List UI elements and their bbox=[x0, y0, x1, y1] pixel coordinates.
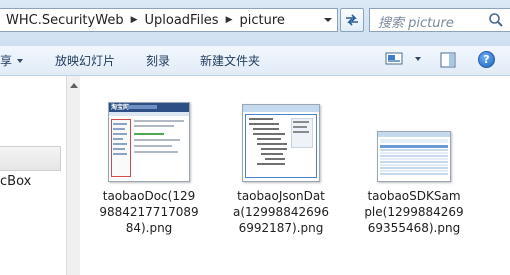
change-view-button[interactable] bbox=[385, 51, 421, 66]
file-name: taobaoJsonDat a(12998842696 6992187).png bbox=[227, 188, 335, 236]
new-folder-button[interactable]: 新建文件夹 bbox=[200, 46, 260, 75]
command-bar: 享 放映幻灯片 刻录 新建文件夹 ? bbox=[0, 46, 510, 76]
file-list-view: 淘宝网 taobaoDoc(129 9884217717089 84).png … bbox=[80, 76, 510, 275]
address-bar[interactable]: WHC.SecurityWeb ▶ UploadFiles ▶ picture bbox=[0, 8, 338, 32]
sdk-screenshot-thumbnail bbox=[377, 131, 451, 182]
breadcrumb-item-whc-securityweb[interactable]: WHC.SecurityWeb bbox=[6, 13, 124, 28]
chevron-down-icon[interactable] bbox=[415, 56, 421, 61]
breadcrumb-chevron-icon[interactable]: ▶ bbox=[226, 15, 233, 25]
preview-pane-icon bbox=[440, 52, 456, 68]
search-icon[interactable] bbox=[488, 12, 504, 28]
nav-selected-item[interactable] bbox=[0, 146, 61, 171]
chevron-down-icon bbox=[17, 58, 24, 63]
navigation-pane: cBox bbox=[0, 76, 66, 275]
slideshow-label: 放映幻灯片 bbox=[55, 54, 116, 68]
preview-pane-button[interactable] bbox=[440, 52, 456, 71]
help-icon: ? bbox=[483, 53, 490, 66]
help-button[interactable]: ? bbox=[478, 51, 495, 68]
search-placeholder: 搜索 picture bbox=[378, 16, 454, 31]
breadcrumb-item-picture[interactable]: picture bbox=[240, 13, 285, 28]
breadcrumb-chevron-icon[interactable]: ▶ bbox=[131, 15, 138, 25]
nav-item-cbox[interactable]: cBox bbox=[0, 174, 31, 189]
chevron-down-icon bbox=[324, 18, 332, 22]
search-input[interactable]: 搜索 picture bbox=[369, 8, 510, 32]
view-icon bbox=[385, 52, 403, 65]
file-thumbnail: 淘宝网 bbox=[95, 100, 203, 182]
file-name-line: 84).png bbox=[125, 221, 173, 235]
share-label: 享 bbox=[0, 54, 13, 68]
breadcrumb-item-uploadfiles[interactable]: UploadFiles bbox=[145, 13, 219, 28]
address-row: WHC.SecurityWeb ▶ UploadFiles ▶ picture … bbox=[0, 0, 510, 46]
file-name: taobaoDoc(129 9884217717089 84).png bbox=[95, 188, 203, 236]
share-button[interactable]: 享 bbox=[0, 46, 24, 75]
doc-screenshot-thumbnail: 淘宝网 bbox=[108, 102, 190, 182]
nav-scrollbar[interactable] bbox=[66, 76, 80, 275]
file-name-line: 69355468).png bbox=[367, 221, 461, 235]
refresh-button[interactable] bbox=[340, 8, 364, 32]
breadcrumb: WHC.SecurityWeb ▶ UploadFiles ▶ picture bbox=[6, 9, 285, 31]
burn-button[interactable]: 刻录 bbox=[146, 46, 170, 75]
slideshow-button[interactable]: 放映幻灯片 bbox=[55, 46, 115, 75]
json-screenshot-thumbnail bbox=[242, 104, 320, 182]
file-name: taobaoSDKSam ple(1299884269 69355468).pn… bbox=[360, 188, 468, 236]
file-name-line: 6992187).png bbox=[238, 221, 324, 235]
scroll-up-arrow-icon[interactable] bbox=[70, 83, 78, 88]
address-history-dropdown[interactable] bbox=[319, 9, 337, 31]
file-thumbnail bbox=[360, 100, 468, 182]
file-name-line: taobaoDoc(129 bbox=[102, 189, 196, 203]
file-name-line: taobaoSDKSam bbox=[367, 189, 461, 203]
file-name-line: taobaoJsonDat bbox=[237, 189, 325, 203]
refresh-icon bbox=[346, 14, 358, 26]
file-name-line: a(12998842696 bbox=[232, 205, 330, 219]
new-folder-label: 新建文件夹 bbox=[200, 54, 261, 68]
burn-label: 刻录 bbox=[146, 54, 171, 68]
file-name-line: ple(1299884269 bbox=[364, 205, 464, 219]
file-name-line: 9884217717089 bbox=[99, 205, 199, 219]
file-thumbnail bbox=[227, 100, 335, 182]
